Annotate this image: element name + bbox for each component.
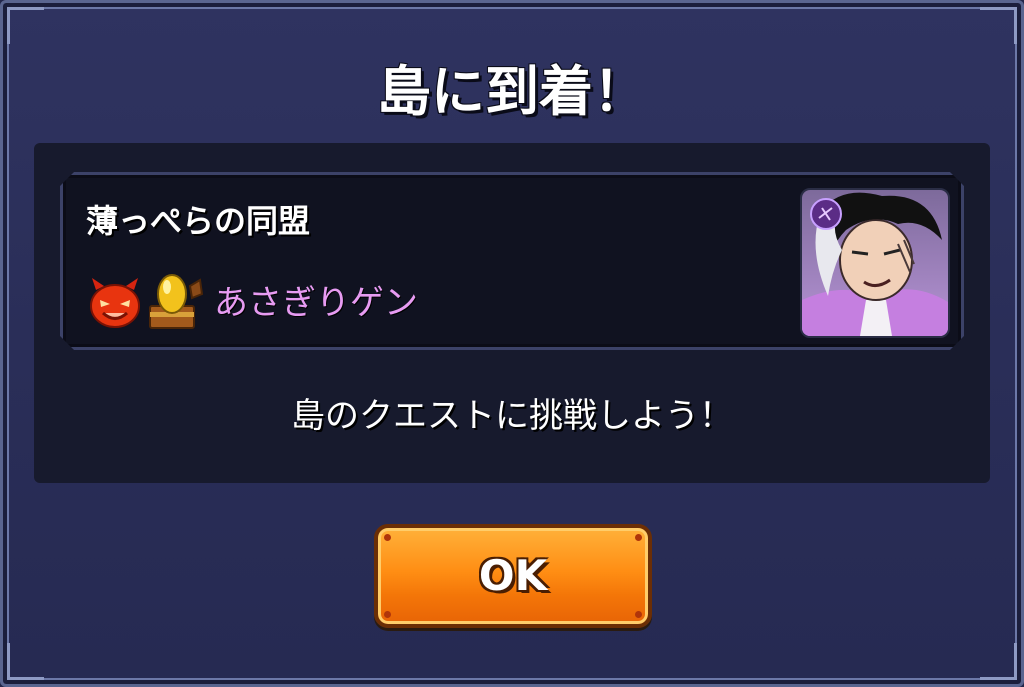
character-name: あさぎりゲン [214, 283, 418, 323]
egg-chest-icon [149, 274, 204, 329]
devil-icon [90, 278, 140, 328]
ok-button[interactable]: OK [374, 524, 652, 628]
island-name: 薄っぺらの同盟 [86, 202, 311, 240]
frame-corner [980, 7, 1017, 44]
dialog-title: 島に到着！ [377, 60, 647, 123]
frame-corner [7, 7, 44, 44]
frame-corner [980, 643, 1017, 680]
character-portrait [800, 188, 950, 338]
quest-message: 島のクエストに挑戦しよう！ [291, 396, 733, 436]
frame-corner [7, 643, 44, 680]
ok-label: OK [478, 551, 548, 600]
